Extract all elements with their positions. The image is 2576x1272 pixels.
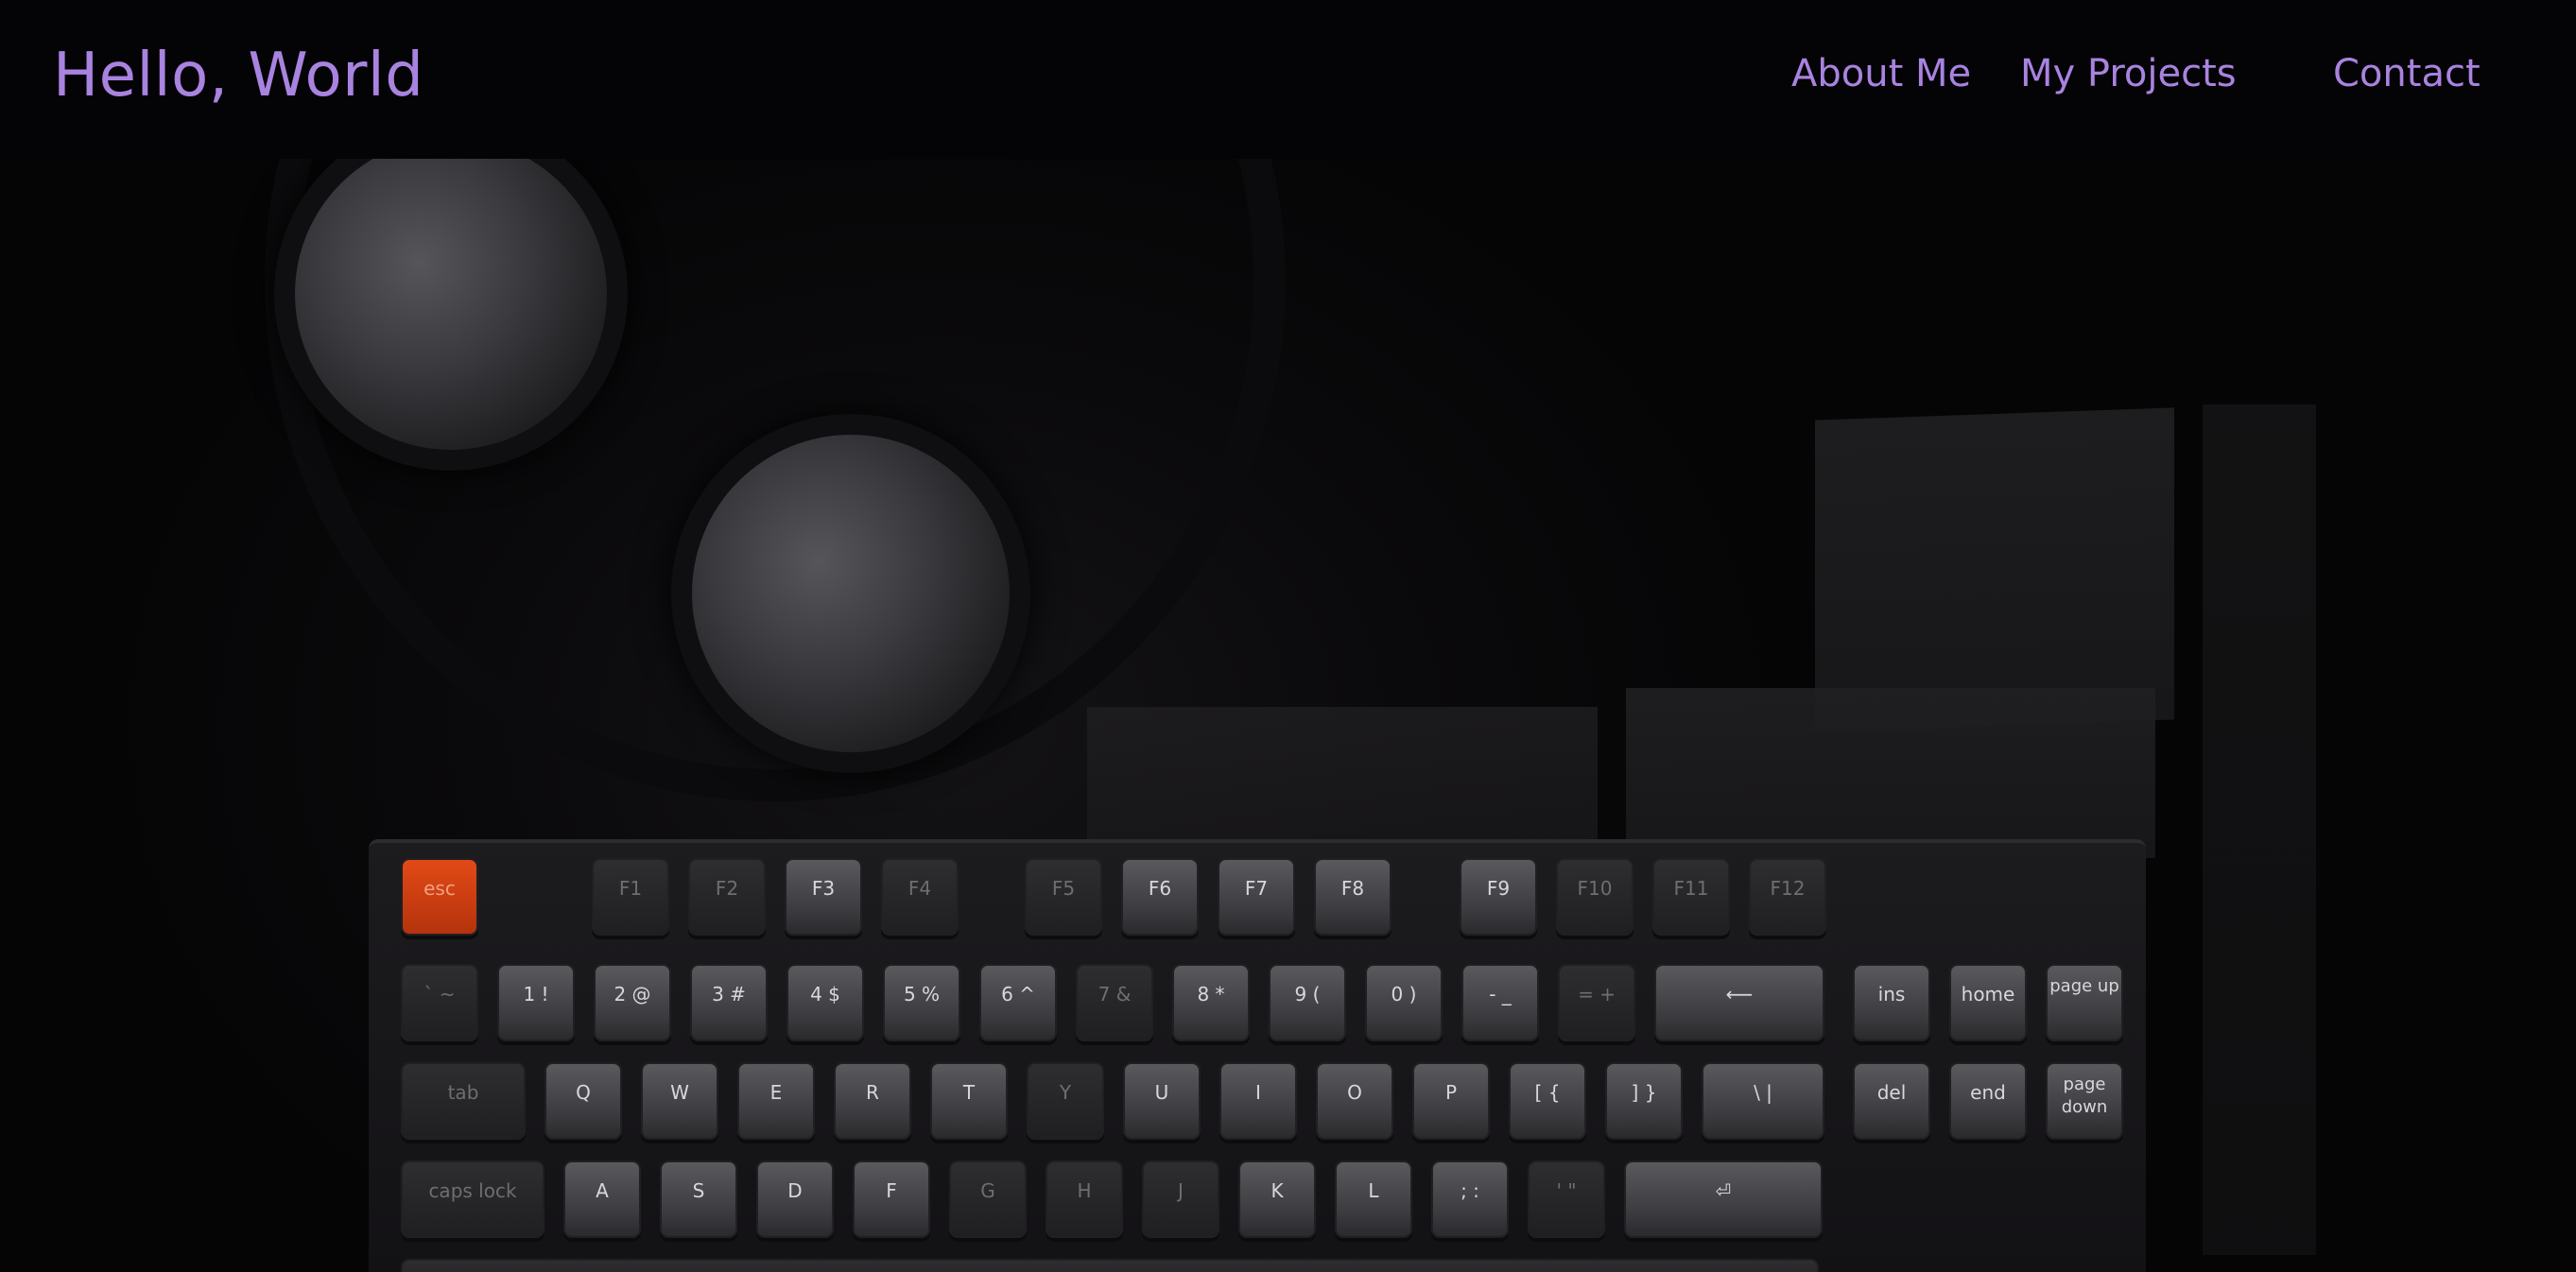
key-t: T <box>930 1062 1008 1140</box>
key-f: F <box>853 1160 930 1238</box>
key-0: 0 ) <box>1365 964 1443 1041</box>
keyboard: esc F1 F2 F3 F4 F5 F6 F7 F8 F9 F10 F11 F… <box>369 839 2146 1272</box>
key-esc: esc <box>401 858 478 936</box>
key-del: del <box>1853 1062 1930 1140</box>
key-f3: F3 <box>785 858 862 936</box>
key-f1: F1 <box>592 858 669 936</box>
headphone-cup-right <box>692 435 1010 752</box>
key-y: Y <box>1027 1062 1104 1140</box>
key-end: end <box>1949 1062 2027 1140</box>
hero-background-image: esc F1 F2 F3 F4 F5 F6 F7 F8 F9 F10 F11 F… <box>0 159 2576 1272</box>
key-bracket-right: ] } <box>1605 1062 1683 1140</box>
key-page-up: page up <box>2046 964 2123 1041</box>
navbar: Hello, World About Me My Projects Contac… <box>0 0 2576 159</box>
key-i: I <box>1219 1062 1297 1140</box>
key-h: H <box>1046 1160 1123 1238</box>
key-backspace: ⟵ <box>1654 964 1824 1041</box>
brand-link[interactable]: Hello, World <box>53 32 424 119</box>
key-d: D <box>756 1160 834 1238</box>
key-ins: ins <box>1853 964 1930 1041</box>
key-r: R <box>834 1062 911 1140</box>
nav-link-contact[interactable]: Contact <box>2333 45 2481 102</box>
key-semicolon: ; : <box>1431 1160 1509 1238</box>
key-3: 3 # <box>690 964 768 1041</box>
key-page-down: page down <box>2046 1062 2123 1140</box>
key-e: E <box>737 1062 815 1140</box>
key-u: U <box>1123 1062 1201 1140</box>
key-f6: F6 <box>1121 858 1199 936</box>
key-j: J <box>1142 1160 1219 1238</box>
light-patch <box>1626 688 2155 858</box>
key-home: home <box>1949 964 2027 1041</box>
key-p: P <box>1412 1062 1490 1140</box>
key-g: G <box>949 1160 1027 1238</box>
key-f12: F12 <box>1749 858 1826 936</box>
key-minus: - _ <box>1461 964 1539 1041</box>
key-bracket-left: [ { <box>1509 1062 1586 1140</box>
key-equals: = + <box>1558 964 1635 1041</box>
key-o: O <box>1316 1062 1393 1140</box>
key-f8: F8 <box>1314 858 1392 936</box>
key-f4: F4 <box>881 858 959 936</box>
light-patch <box>2203 404 2316 1255</box>
key-k: K <box>1238 1160 1316 1238</box>
key-f11: F11 <box>1652 858 1730 936</box>
key-backtick: ` ~ <box>401 964 478 1041</box>
nav-link-my-projects[interactable]: My Projects <box>2020 45 2237 102</box>
key-5: 5 % <box>883 964 960 1041</box>
key-9: 9 ( <box>1269 964 1346 1041</box>
key-1: 1 ! <box>497 964 575 1041</box>
key-7: 7 & <box>1076 964 1153 1041</box>
nav-link-about-me[interactable]: About Me <box>1791 45 1971 102</box>
key-backslash: \ | <box>1702 1062 1824 1140</box>
key-quote: ' " <box>1528 1160 1605 1238</box>
key-f2: F2 <box>688 858 766 936</box>
keyboard-bottom-row <box>401 1259 1819 1272</box>
key-w: W <box>641 1062 718 1140</box>
key-f7: F7 <box>1218 858 1295 936</box>
key-s: S <box>660 1160 737 1238</box>
key-enter: ⏎ <box>1624 1160 1823 1238</box>
light-patch <box>1815 407 2174 732</box>
key-6: 6 ^ <box>979 964 1057 1041</box>
key-f9: F9 <box>1460 858 1537 936</box>
key-tab: tab <box>401 1062 526 1140</box>
key-caps-lock: caps lock <box>401 1160 545 1238</box>
key-a: A <box>563 1160 641 1238</box>
key-2: 2 @ <box>594 964 671 1041</box>
key-f5: F5 <box>1025 858 1102 936</box>
key-8: 8 * <box>1172 964 1250 1041</box>
key-4: 4 $ <box>787 964 864 1041</box>
key-f10: F10 <box>1556 858 1634 936</box>
key-l: L <box>1335 1160 1412 1238</box>
key-q: Q <box>545 1062 622 1140</box>
